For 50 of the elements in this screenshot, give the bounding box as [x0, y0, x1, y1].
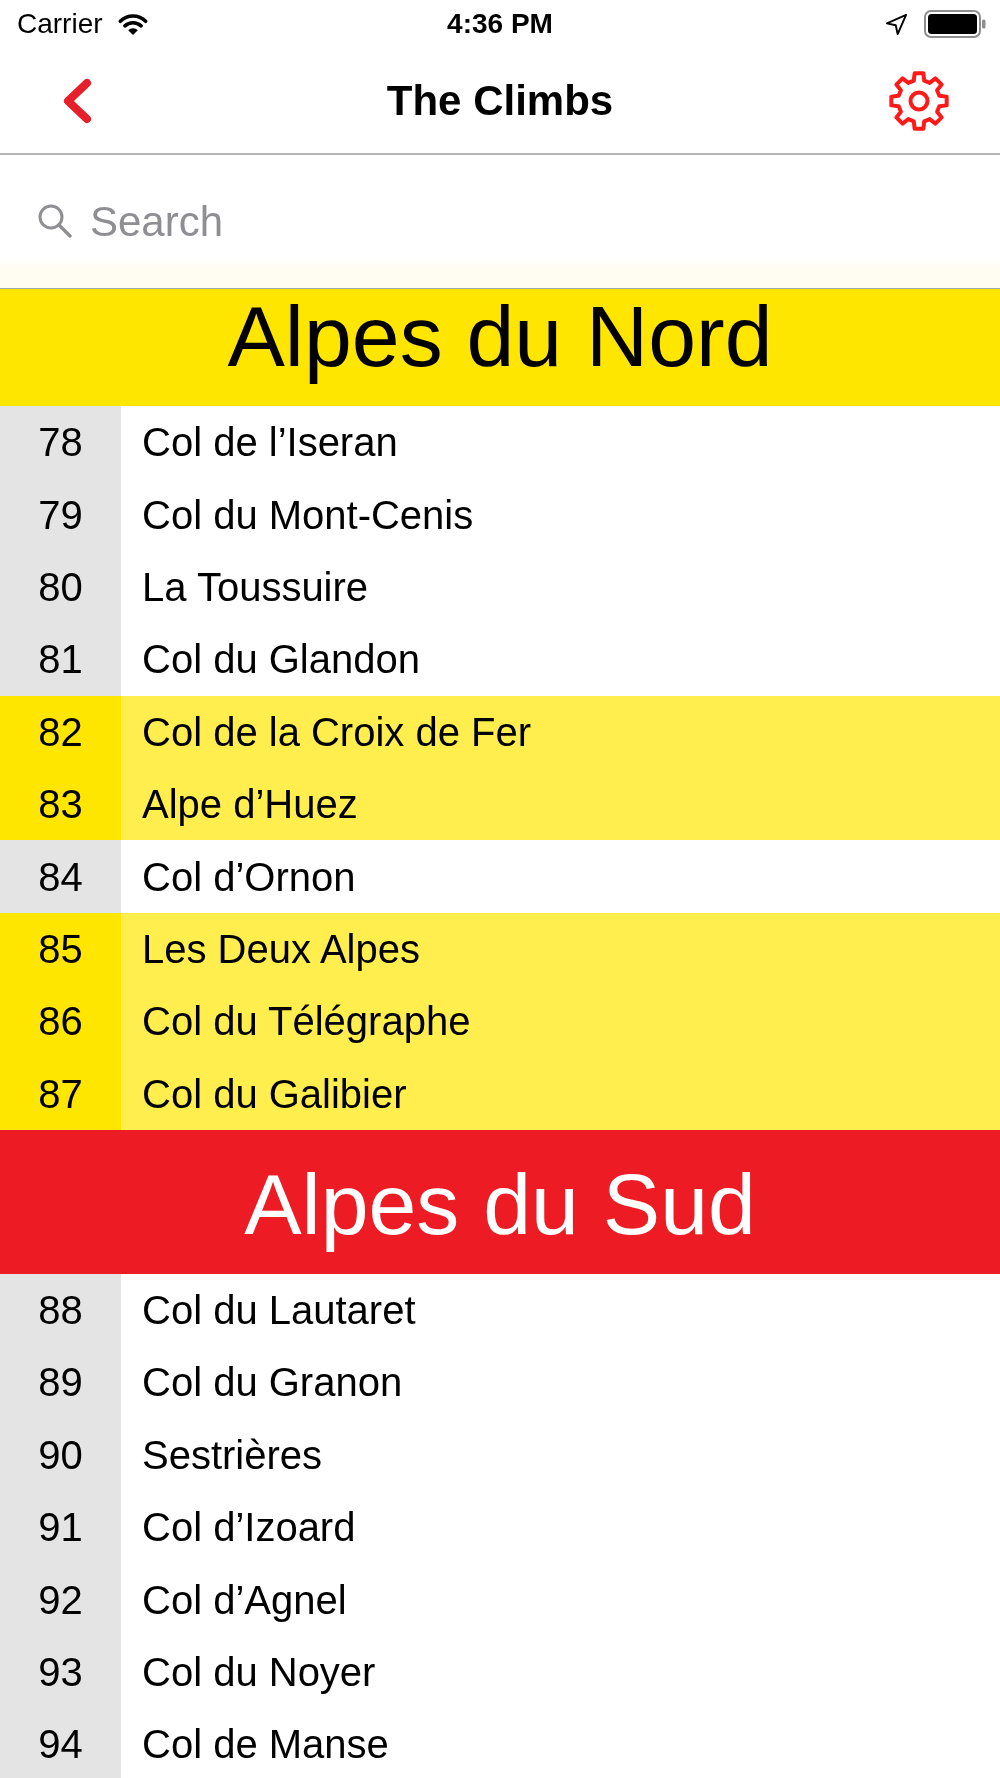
- climb-number: 84: [0, 840, 121, 913]
- climb-name: Col d’Ornon: [142, 853, 356, 901]
- climb-number: 90: [0, 1418, 121, 1492]
- climb-name: Col de Manse: [142, 1721, 389, 1769]
- battery-icon: [924, 10, 986, 38]
- climb-number: 85: [0, 912, 121, 986]
- climb-number: 79: [0, 478, 121, 551]
- climb-number: 91: [0, 1491, 121, 1564]
- climb-row[interactable]: 85 Les Deux Alpes: [0, 912, 1000, 986]
- climb-name: Col de la Croix de Fer: [142, 708, 532, 756]
- section-header: Alpes du Nord: [0, 289, 1000, 406]
- climb-row[interactable]: 82 Col de la Croix de Fer: [0, 695, 1000, 768]
- carrier-name: Carrier: [17, 10, 103, 38]
- climb-number: 88: [0, 1273, 121, 1347]
- climb-name: Col du Télégraphe: [142, 998, 471, 1046]
- climb-row[interactable]: 83 Alpe d’Huez: [0, 767, 1000, 841]
- climb-number: 81: [0, 623, 121, 696]
- section-header: Alpes du Sud: [0, 1129, 1000, 1274]
- climb-name: Sestrières: [142, 1431, 323, 1479]
- climb-name: Col d’Agnel: [142, 1576, 347, 1624]
- climb-name: La Toussuire: [142, 563, 369, 611]
- climb-name: Col du Noyer: [142, 1649, 376, 1697]
- settings-icon[interactable]: [888, 69, 950, 132]
- climb-number: 94: [0, 1708, 121, 1778]
- climb-number: 82: [0, 695, 121, 768]
- climb-name: Col du Mont-Cenis: [142, 491, 474, 539]
- climb-number: 86: [0, 985, 121, 1058]
- climb-name: Col du Granon: [142, 1359, 403, 1407]
- climb-name: Col du Galibier: [142, 1070, 407, 1118]
- nav-title: The Climbs: [386, 79, 614, 122]
- climb-name: Col d’Izoard: [142, 1504, 356, 1552]
- climb-number: 93: [0, 1635, 121, 1709]
- climb-name: Col du Lautaret: [142, 1287, 416, 1335]
- climb-name: Col du Glandon: [142, 636, 420, 684]
- climb-number: 80: [0, 550, 121, 624]
- climb-row[interactable]: 87 Col du Galibier: [0, 1057, 1000, 1130]
- climb-number: 83: [0, 767, 121, 841]
- status-time: 4:36 PM: [447, 10, 553, 38]
- climb-number: 78: [0, 406, 121, 479]
- search-field[interactable]: Search: [90, 191, 970, 251]
- location-arrow-icon: [885, 12, 908, 36]
- climb-number: 89: [0, 1346, 121, 1419]
- climb-number: 87: [0, 1057, 121, 1130]
- climb-name: Les Deux Alpes: [142, 925, 420, 973]
- climb-row[interactable]: 86 Col du Télégraphe: [0, 985, 1000, 1058]
- climb-name: Alpe d’Huez: [142, 781, 358, 829]
- search-icon: [38, 204, 72, 238]
- climb-number: 92: [0, 1563, 121, 1636]
- climb-name: Col de l’Iseran: [142, 419, 398, 467]
- wifi-icon: [116, 12, 149, 36]
